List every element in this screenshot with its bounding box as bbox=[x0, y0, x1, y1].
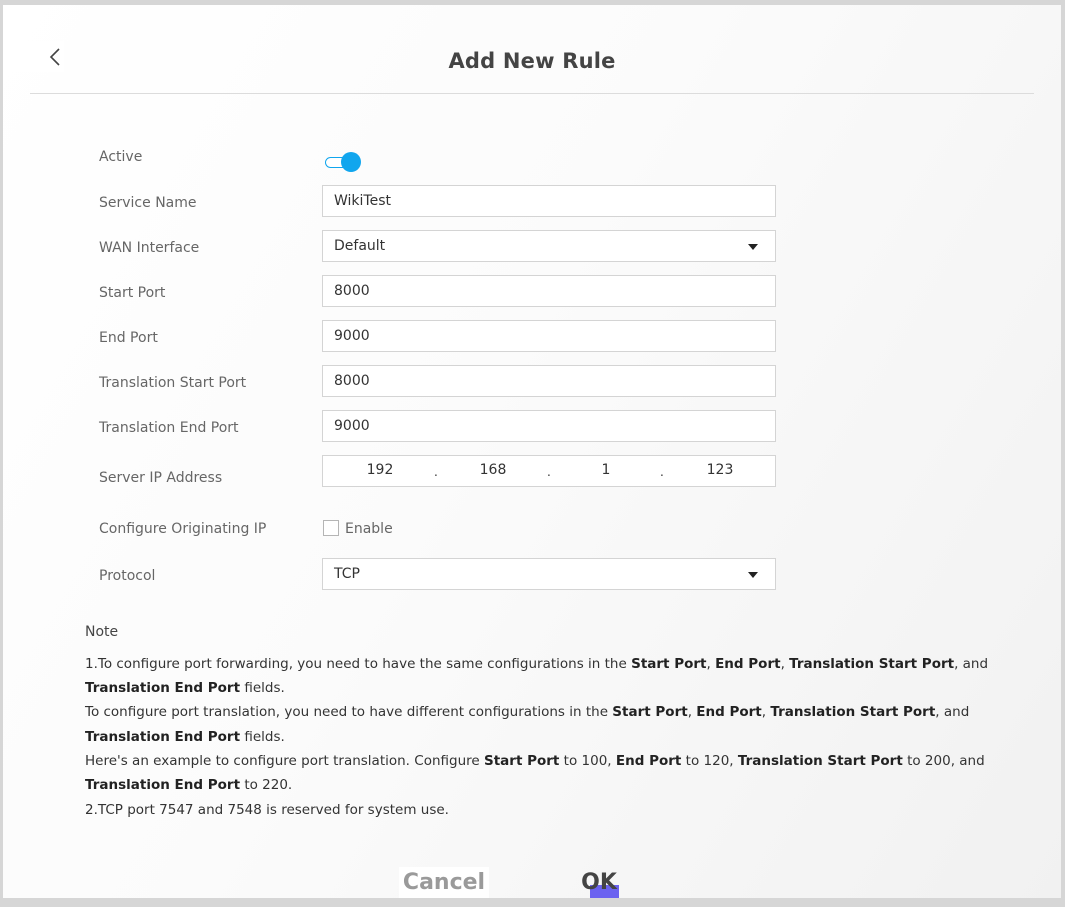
note-line: Translation End Port to 220. bbox=[85, 777, 293, 793]
ip-octet-3[interactable]: 1 bbox=[576, 462, 636, 478]
note-line: Translation End Port fields. bbox=[85, 680, 285, 696]
note-line: To configure port translation, you need … bbox=[85, 704, 970, 720]
start-port-input[interactable]: 8000 bbox=[322, 275, 776, 307]
server-ip-input: 192 . 168 . 1 . 123 bbox=[322, 455, 776, 487]
ip-separator: . bbox=[660, 465, 664, 479]
add-rule-dialog: Add New Rule Active Service Name WikiTes… bbox=[3, 5, 1061, 898]
enable-checkbox-label: Enable bbox=[345, 521, 393, 537]
protocol-select[interactable]: TCP bbox=[322, 558, 776, 590]
toggle-knob bbox=[341, 152, 361, 172]
wan-interface-select[interactable]: Default bbox=[322, 230, 776, 262]
enable-checkbox[interactable] bbox=[323, 520, 339, 536]
protocol-value: TCP bbox=[334, 566, 360, 582]
wan-interface-value: Default bbox=[334, 238, 386, 254]
protocol-label: Protocol bbox=[99, 568, 156, 584]
note-line: Translation End Port fields. bbox=[85, 729, 285, 745]
note-line: 2.TCP port 7547 and 7548 is reserved for… bbox=[85, 802, 449, 818]
caret-down-icon bbox=[748, 244, 758, 250]
cancel-button[interactable]: Cancel bbox=[399, 867, 489, 898]
header-divider bbox=[30, 93, 1034, 94]
start-port-label: Start Port bbox=[99, 285, 166, 301]
ip-octet-1[interactable]: 192 bbox=[350, 462, 410, 478]
ip-separator: . bbox=[547, 465, 551, 479]
ip-octet-4[interactable]: 123 bbox=[690, 462, 750, 478]
note-line: 1.To configure port forwarding, you need… bbox=[85, 656, 989, 672]
end-port-value: 9000 bbox=[334, 328, 370, 344]
caret-down-icon bbox=[748, 572, 758, 578]
translation-start-port-value: 8000 bbox=[334, 373, 370, 389]
note-line: Here's an example to configure port tran… bbox=[85, 753, 985, 769]
translation-start-port-input[interactable]: 8000 bbox=[322, 365, 776, 397]
ip-separator: . bbox=[434, 465, 438, 479]
active-toggle[interactable] bbox=[325, 152, 363, 172]
translation-start-port-label: Translation Start Port bbox=[99, 375, 247, 391]
service-name-label: Service Name bbox=[99, 195, 197, 211]
service-name-value: WikiTest bbox=[334, 193, 391, 209]
ok-button[interactable]: OK bbox=[577, 867, 621, 898]
end-port-input[interactable]: 9000 bbox=[322, 320, 776, 352]
start-port-value: 8000 bbox=[334, 283, 370, 299]
end-port-label: End Port bbox=[99, 330, 158, 346]
translation-end-port-value: 9000 bbox=[334, 418, 370, 434]
translation-end-port-input[interactable]: 9000 bbox=[322, 410, 776, 442]
active-label: Active bbox=[99, 149, 143, 165]
page-title: Add New Rule bbox=[448, 49, 616, 73]
ip-octet-2[interactable]: 168 bbox=[463, 462, 523, 478]
service-name-input[interactable]: WikiTest bbox=[322, 185, 776, 217]
note-title: Note bbox=[85, 624, 119, 640]
server-ip-label: Server IP Address bbox=[99, 470, 223, 486]
originating-ip-label: Configure Originating IP bbox=[99, 521, 267, 537]
translation-end-port-label: Translation End Port bbox=[99, 420, 239, 436]
wan-interface-label: WAN Interface bbox=[99, 240, 200, 256]
